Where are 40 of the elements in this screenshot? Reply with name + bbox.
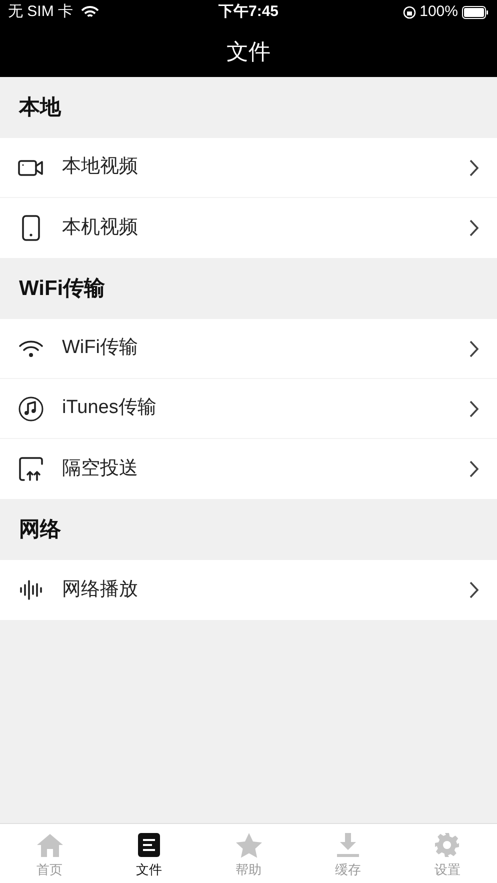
home-icon bbox=[36, 832, 64, 858]
row-label: 本地视频 bbox=[62, 155, 139, 180]
battery-icon bbox=[462, 6, 489, 19]
tab-bar-item[interactable]: 文件 bbox=[99, 824, 199, 883]
list-row[interactable]: iTunes传输 bbox=[0, 379, 497, 439]
list-row[interactable]: 隔空投送 bbox=[0, 439, 497, 499]
chevron-right-icon bbox=[469, 158, 479, 176]
row-label: 网络播放 bbox=[62, 578, 139, 602]
phone-icon bbox=[21, 215, 41, 241]
wifi-signal-icon bbox=[81, 6, 100, 19]
list-row[interactable]: 网络播放 bbox=[0, 560, 497, 620]
upload-arrows-icon bbox=[18, 456, 44, 482]
row-label: iTunes传输 bbox=[62, 396, 158, 420]
music-note-icon bbox=[18, 396, 44, 422]
battery-text: 100% bbox=[420, 2, 458, 22]
carrier-text: 无 SIM 卡 bbox=[8, 2, 74, 22]
section-header: 本地 bbox=[19, 94, 61, 121]
row-label: 本机视频 bbox=[62, 216, 139, 240]
chevron-right-icon bbox=[469, 219, 479, 237]
chevron-right-icon bbox=[469, 340, 479, 358]
nav-title: 文件 bbox=[226, 38, 270, 66]
section-header: 网络 bbox=[19, 516, 61, 543]
list-row[interactable]: 本机视频 bbox=[0, 198, 497, 258]
download-icon bbox=[336, 832, 360, 858]
star-icon bbox=[234, 832, 263, 858]
rotation-lock-icon bbox=[402, 6, 416, 19]
document-icon bbox=[137, 832, 162, 858]
video-camera-icon bbox=[18, 158, 44, 176]
gear-icon bbox=[434, 832, 460, 858]
row-label: WiFi传输 bbox=[62, 336, 139, 360]
section-header: WiFi传输 bbox=[19, 276, 106, 302]
sound-wave-icon bbox=[19, 580, 43, 600]
list-row[interactable]: WiFi传输 bbox=[0, 319, 497, 379]
clock-text: 下午7:45 bbox=[218, 2, 279, 22]
chevron-right-icon bbox=[469, 400, 479, 418]
chevron-right-icon bbox=[469, 581, 479, 599]
wifi-icon bbox=[18, 338, 44, 358]
row-label: 隔空投送 bbox=[62, 456, 139, 481]
list-row[interactable]: 本地视频 bbox=[0, 138, 497, 198]
chevron-right-icon bbox=[469, 460, 479, 478]
